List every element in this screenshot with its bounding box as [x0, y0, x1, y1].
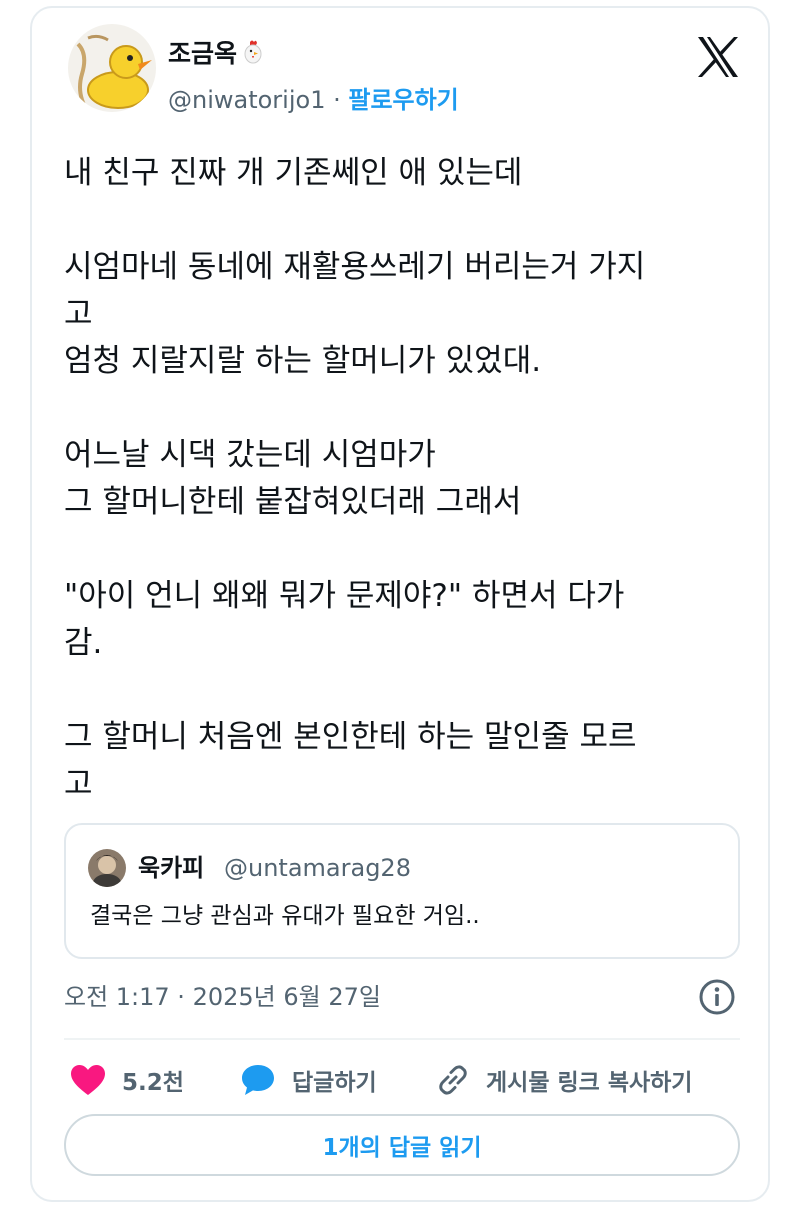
reply-button[interactable]: 답글하기 — [240, 1058, 377, 1102]
copy-link-button[interactable]: 게시물 링크 복사하기 — [436, 1058, 692, 1102]
tweet-text-line: 엄청 지랄지랄 하는 할머니가 있었대. — [64, 343, 542, 379]
speech-bubble-icon — [240, 1063, 276, 1097]
quote-text: 결국은 그냥 관심과 유대가 필요한 거임.. — [90, 903, 480, 929]
tweet-text-line: 고 — [64, 766, 93, 802]
tweet-text-line: 시엄마네 동네에 재활용쓰레기 버리는거 가지 — [64, 249, 646, 285]
author-name-text: 조금옥 — [168, 39, 238, 68]
reply-label: 답글하기 — [292, 1070, 377, 1096]
tweet-text-line: 감. — [64, 625, 103, 661]
divider — [64, 1038, 740, 1040]
x-logo-icon[interactable] — [696, 36, 740, 78]
author-handle[interactable]: @niwatorijo1 — [168, 86, 325, 114]
link-icon — [436, 1063, 470, 1097]
quote-author-handle: @untamarag28 — [224, 854, 411, 882]
author-avatar[interactable] — [68, 24, 156, 112]
tweet-text-line: 그 할머니 처음엔 본인한테 하는 말인줄 모르 — [64, 719, 637, 755]
tweet-text-line: 내 친구 진짜 개 기존쎄인 애 있는데 — [64, 155, 523, 191]
like-count: 5.2천 — [122, 1070, 184, 1096]
author-handle-row: @niwatorijo1 · 팔로우하기 — [168, 84, 459, 116]
tweet-text-line: 어느날 시댁 갔는데 시엄마가 — [64, 437, 436, 473]
read-replies-label: 1개의 답글 읽기 — [322, 1135, 482, 1161]
tweet-text-line: 그 할머니한테 붙잡혀있더래 그래서 — [64, 484, 522, 520]
quote-author-avatar — [88, 849, 126, 887]
handle-separator: · — [325, 86, 349, 114]
copy-link-label: 게시물 링크 복사하기 — [486, 1070, 693, 1096]
follow-button[interactable]: 팔로우하기 — [348, 86, 458, 114]
quoted-tweet[interactable]: 욱카피 @untamarag28 결국은 그냥 관심과 유대가 필요한 거임.. — [64, 823, 740, 959]
tweet-card: 조금옥 @niwatorijo1 · 팔로우하기 내 친구 진짜 개 기존쎄인 … — [30, 6, 770, 1202]
tweet-text: 내 친구 진짜 개 기존쎄인 애 있는데시엄마네 동네에 재활용쓰레기 버리는거… — [64, 150, 744, 808]
like-button[interactable]: 5.2천 — [70, 1058, 184, 1102]
quote-author-name: 욱카피 — [138, 854, 205, 882]
author-display-name[interactable]: 조금옥 — [168, 38, 265, 73]
heart-icon — [70, 1064, 106, 1096]
tweet-text-line: "아이 언니 왜왜 뭐가 문제야?" 하면서 다가 — [64, 578, 625, 614]
tweet-timestamp[interactable]: 오전 1:17 · 2025년 6월 27일 — [64, 980, 381, 1014]
tweet-text-line: 고 — [64, 296, 93, 332]
info-icon[interactable] — [698, 978, 736, 1016]
read-replies-button[interactable]: 1개의 답글 읽기 — [64, 1114, 740, 1176]
chicken-emoji-icon — [241, 39, 265, 73]
